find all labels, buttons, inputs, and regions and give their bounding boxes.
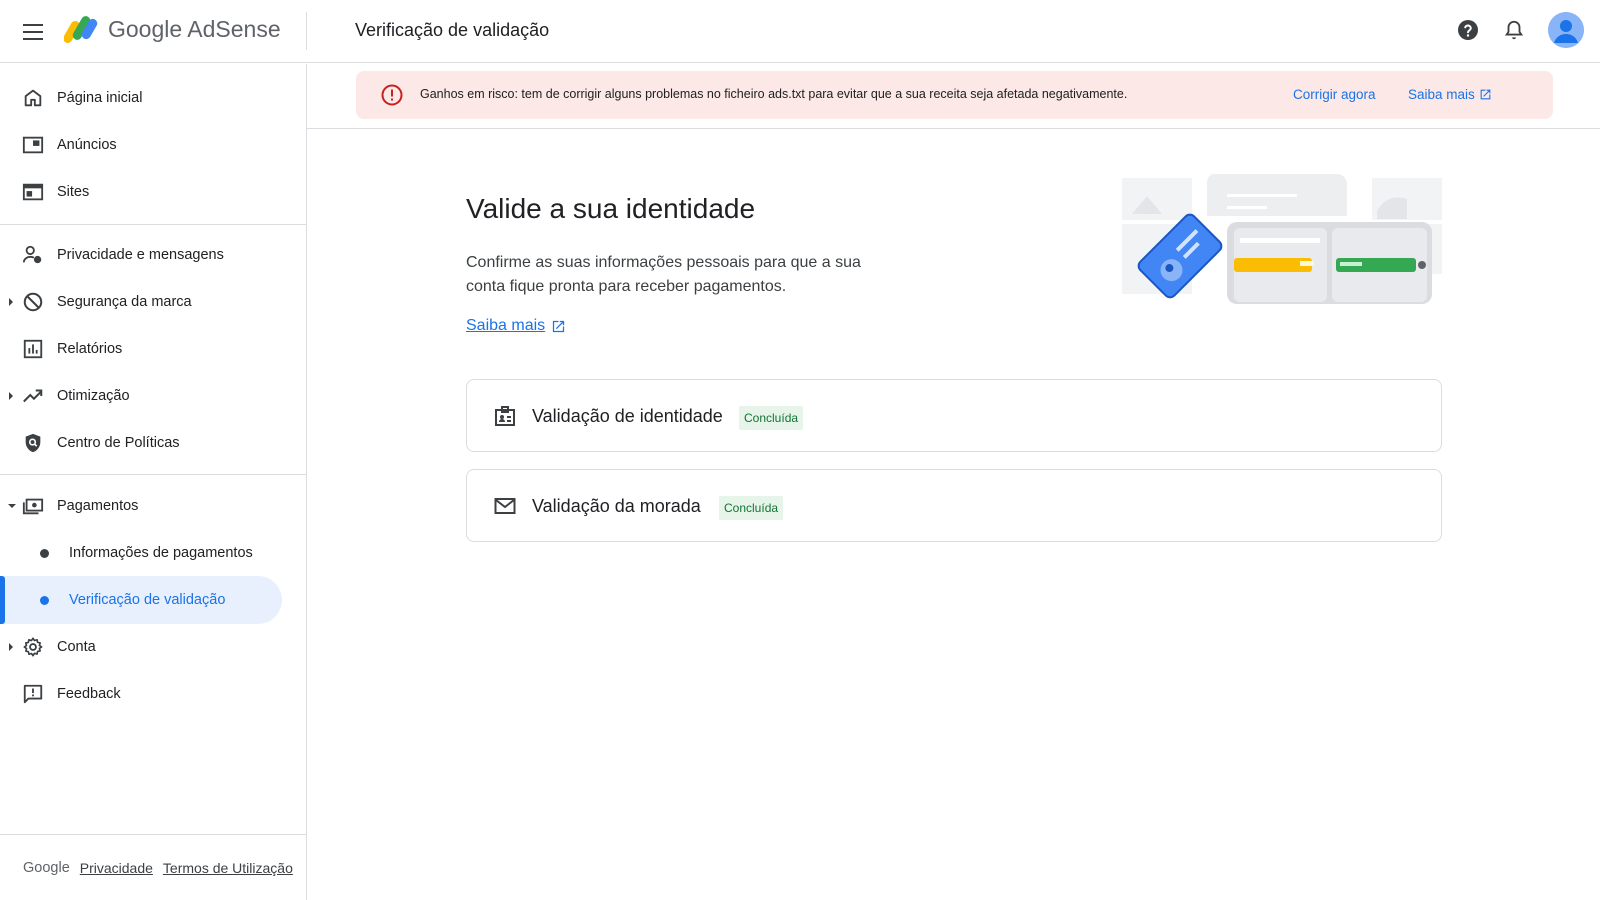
gear-icon [21,635,45,659]
header-actions [1450,12,1584,48]
alert-message: Ganhos em risco: tem de corrigir alguns … [420,87,1128,101]
sidebar-item-label: Pagamentos [57,498,139,514]
card-title: Validação da morada [532,496,701,516]
footer-google-brand: Google [23,859,70,876]
feedback-icon [21,682,45,706]
sidebar-divider [0,474,306,475]
id-card-icon [495,406,515,426]
alert-region: Ganhos em risco: tem de corrigir alguns … [307,64,1600,129]
sidebar-item-home[interactable]: Página inicial [0,74,282,122]
privacy-link[interactable]: Privacidade [80,860,153,876]
external-link-icon [553,320,565,332]
brand-name: Google AdSense [108,16,281,43]
address-verification-card[interactable]: Validação da morada Concluída [466,469,1442,542]
main-menu-button[interactable] [16,14,52,50]
sidebar-item-label: Página inicial [57,90,143,106]
sidebar-item-verification[interactable]: Verificação de validação [0,576,282,624]
expand-chevron-icon [9,392,13,400]
sidebar-item-ads[interactable]: Anúncios [0,121,282,169]
sidebar-item-label: Segurança da marca [57,294,192,310]
top-bar: Google AdSense Verificação de validação [0,0,1600,63]
sidebar-item-label: Privacidade e mensagens [57,247,224,263]
sidebar-item-label: Verificação de validação [69,592,226,608]
adsense-logo-icon [64,16,98,43]
payments-icon [21,494,45,518]
home-icon [21,86,45,110]
page-title: Valide a sua identidade [466,193,756,224]
external-link-icon [1480,89,1491,100]
page-header-title: Verificação de validação [355,20,550,40]
identity-verification-illustration [1122,174,1442,304]
privacy-icon [21,243,45,267]
bullet-dot [40,596,49,605]
identity-verification-card[interactable]: Validação de identidade Concluída [466,379,1442,452]
status-badge: Concluída [739,406,804,430]
expand-chevron-icon [9,643,13,651]
bullet-dot [40,549,49,558]
expand-chevron-icon [9,298,13,306]
sidebar-item-payment-info[interactable]: Informações de pagamentos [0,529,282,577]
sidebar-item-label: Conta [57,639,96,655]
reports-icon [21,337,45,361]
card-title: Validação de identidade [532,406,723,426]
page-description: Confirme as suas informações pessoais pa… [466,254,861,295]
fix-now-link[interactable]: Corrigir agora [1293,87,1376,102]
brand-google: Google [108,15,183,42]
collapse-chevron-icon [8,504,16,508]
sidebar-item-sites[interactable]: Sites [0,168,282,216]
alert-learn-more-label: Saiba mais [1408,87,1475,102]
learn-more-label: Saiba mais [466,317,546,334]
sidebar-item-label: Informações de pagamentos [69,545,253,561]
sidebar-item-label: Feedback [57,686,121,702]
policy-icon [21,431,45,455]
sidebar-item-brand-safety[interactable]: Segurança da marca [0,278,282,326]
sidebar-item-optimization[interactable]: Otimização [0,372,282,420]
bell-icon [1504,20,1524,40]
error-icon [381,84,403,106]
help-icon [1458,20,1478,40]
trending-icon [21,384,45,408]
ads-txt-alert-banner: Ganhos em risco: tem de corrigir alguns … [356,71,1553,119]
sidebar-item-feedback[interactable]: Feedback [0,670,282,718]
adsense-logo[interactable]: Google AdSense [64,14,281,44]
sites-icon [21,180,45,204]
sidebar-item-label: Otimização [57,388,130,404]
terms-link[interactable]: Termos de Utilização [163,860,293,876]
block-icon [21,290,45,314]
account-avatar[interactable] [1548,12,1584,48]
avatar-icon [1548,12,1584,48]
sidebar-item-label: Anúncios [57,137,117,153]
sidebar-item-reports[interactable]: Relatórios [0,325,282,373]
sidebar: Página inicial Anúncios Sites Privacidad… [0,64,307,900]
ads-icon [21,133,45,157]
sidebar-item-payments[interactable]: Pagamentos [0,482,282,530]
sidebar-item-policy-center[interactable]: Centro de Políticas [0,419,282,467]
help-button[interactable] [1450,12,1486,48]
sidebar-item-label: Sites [57,184,90,200]
alert-learn-more-link[interactable]: Saiba mais [1408,87,1492,102]
sidebar-item-label: Centro de Políticas [57,435,180,451]
header-divider [306,12,307,50]
sidebar-item-label: Relatórios [57,341,123,357]
sidebar-item-privacy[interactable]: Privacidade e mensagens [0,231,282,279]
learn-more-link[interactable]: Saiba mais [466,317,566,335]
menu-icon [23,24,43,40]
sidebar-divider [0,224,306,225]
sidebar-footer: Google Privacidade Termos de Utilização [0,834,306,900]
fix-now-label: Corrigir agora [1293,87,1376,102]
notifications-button[interactable] [1496,12,1532,48]
mail-icon [494,498,516,514]
sidebar-item-account[interactable]: Conta [0,623,282,671]
brand-product: AdSense [187,15,281,42]
status-badge: Concluída [719,496,784,520]
